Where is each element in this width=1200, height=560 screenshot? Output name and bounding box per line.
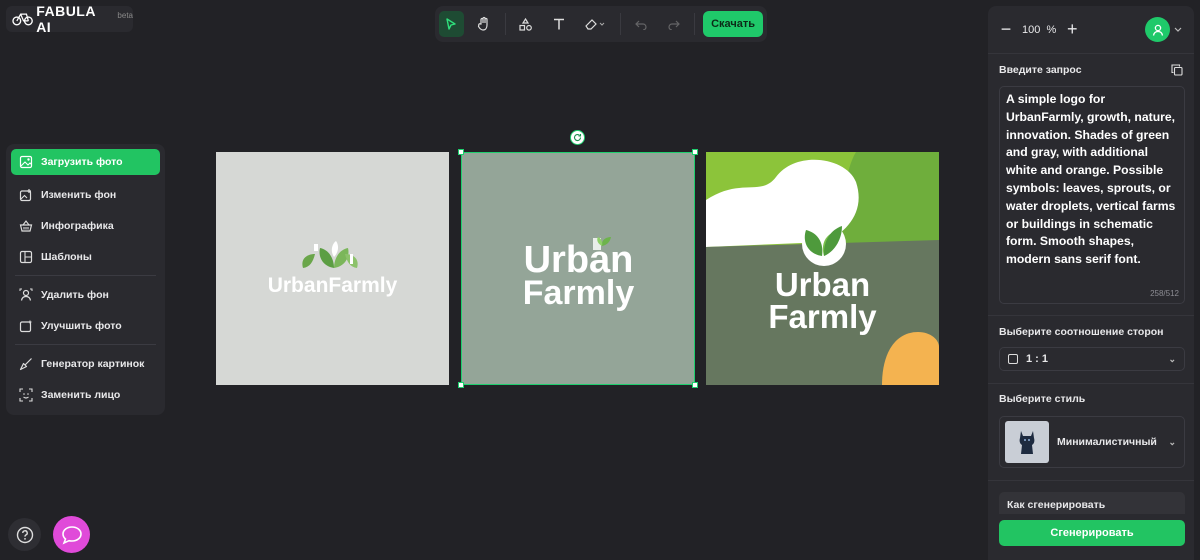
chat-button[interactable]	[53, 516, 90, 553]
question-icon	[16, 526, 33, 543]
chevron-down-icon[interactable]	[1174, 27, 1182, 33]
text-tool[interactable]	[546, 11, 571, 37]
toolbar-divider	[619, 13, 621, 35]
style-select[interactable]: Минималистичный ⌄	[999, 416, 1185, 468]
brush-icon	[19, 357, 32, 370]
menu-item-image-generator[interactable]: Генератор картинок	[11, 348, 160, 379]
menu-item-face-swap[interactable]: Заменить лицо	[11, 379, 160, 410]
user-icon	[1152, 24, 1163, 36]
menu-item-change-bg[interactable]: Изменить фон	[11, 179, 160, 210]
app-logo[interactable]: FABULA AI beta	[6, 3, 133, 35]
left-menu: Загрузить фото Изменить фон Инфографика …	[6, 144, 165, 415]
canvas-image-3[interactable]: Urban Farmly	[706, 152, 939, 385]
zoom-value: 100	[1022, 23, 1041, 36]
aspect-ratio-select[interactable]: 1 : 1 ⌄	[999, 347, 1185, 371]
hand-icon	[478, 16, 488, 31]
rotate-handle[interactable]	[570, 130, 585, 145]
menu-item-label: Генератор картинок	[41, 357, 145, 370]
menu-divider	[15, 344, 156, 345]
hand-tool[interactable]	[472, 11, 497, 37]
prompt-text: A simple logo for UrbanFarmly, growth, n…	[1006, 92, 1176, 267]
enhance-icon	[19, 319, 33, 332]
canvas-image-2[interactable]: Urban Farmly	[462, 152, 695, 385]
menu-item-infographics[interactable]: Инфографика	[11, 210, 160, 241]
toolbar-divider	[694, 13, 696, 35]
panel-divider	[988, 383, 1194, 384]
right-panel: − 100 % + Введите запрос A simple logo f…	[988, 6, 1194, 560]
top-toolbar: Скачать	[435, 6, 767, 42]
copy-icon[interactable]	[1171, 64, 1183, 76]
style-value: Минималистичный	[1057, 436, 1157, 448]
redo-button[interactable]	[661, 11, 686, 37]
zoom-out-button[interactable]: −	[1000, 19, 1012, 40]
aspect-ratio-title: Выберите соотношение сторон	[999, 326, 1164, 338]
menu-item-enhance-photo[interactable]: Улучшить фото	[11, 310, 160, 341]
character-counter: 258/512	[1150, 289, 1179, 298]
square-ratio-icon	[1008, 354, 1018, 364]
select-tool[interactable]	[439, 11, 464, 37]
zoom-level: 100 %	[1022, 24, 1056, 36]
shapes-icon	[519, 17, 533, 31]
prompt-title: Введите запрос	[999, 64, 1082, 76]
undo-button[interactable]	[629, 11, 654, 37]
text-icon	[553, 18, 564, 30]
help-button[interactable]	[8, 518, 41, 551]
image-2-logo-word-2: Farmly	[522, 274, 635, 312]
menu-item-label: Удалить фон	[41, 288, 109, 301]
redo-icon	[668, 20, 680, 30]
chat-bubble-icon	[61, 525, 82, 545]
how-to-generate-panel[interactable]: Как сгенерировать	[999, 492, 1185, 514]
upload-image-icon	[19, 155, 33, 169]
bike-logo-icon	[12, 13, 33, 26]
menu-item-label: Улучшить фото	[41, 319, 122, 332]
cat-icon	[1019, 431, 1035, 454]
panel-divider	[988, 480, 1194, 481]
menu-item-templates[interactable]: Шаблоны	[11, 241, 160, 272]
image-edit-icon	[19, 188, 32, 201]
remove-bg-icon	[19, 288, 33, 301]
panel-divider	[988, 315, 1194, 316]
image-3-logo-word-2: Farmly	[768, 298, 877, 335]
face-icon	[19, 387, 33, 402]
eraser-tool[interactable]	[579, 11, 611, 37]
chevron-down-icon: ⌄	[1168, 353, 1176, 364]
app-brand: FABULA AI	[36, 3, 96, 35]
resize-handle-top-left[interactable]	[458, 149, 464, 155]
style-thumbnail	[1005, 421, 1049, 463]
sprout-leaves-graphic	[302, 241, 358, 268]
select-cursor-icon	[446, 18, 457, 30]
menu-item-remove-bg[interactable]: Удалить фон	[11, 279, 160, 310]
aspect-ratio-value: 1 : 1	[1026, 353, 1049, 365]
menu-item-upload-photo[interactable]: Загрузить фото	[11, 149, 160, 175]
menu-item-label: Заменить лицо	[41, 388, 121, 401]
chevron-down-icon: ⌄	[1168, 436, 1176, 447]
image-1-logo-text: UrbanFarmly	[267, 274, 398, 297]
beta-badge: beta	[117, 10, 133, 20]
prompt-textarea[interactable]: A simple logo for UrbanFarmly, growth, n…	[999, 86, 1185, 304]
style-title: Выберите стиль	[999, 393, 1086, 405]
undo-icon	[635, 20, 647, 30]
prompt-header: Введите запрос	[999, 64, 1183, 76]
generate-button[interactable]: Сгенерировать	[999, 520, 1185, 546]
toolbar-divider	[504, 13, 506, 35]
zoom-row: − 100 % +	[988, 6, 1194, 54]
menu-item-label: Изменить фон	[41, 188, 117, 201]
canvas-image-1[interactable]: UrbanFarmly	[216, 152, 449, 385]
templates-icon	[19, 250, 33, 263]
zoom-unit: %	[1046, 23, 1057, 36]
resize-handle-bottom-left[interactable]	[458, 382, 464, 388]
shapes-tool[interactable]	[514, 11, 539, 37]
menu-item-label: Загрузить фото	[41, 156, 123, 168]
menu-item-label: Шаблоны	[41, 250, 92, 263]
resize-handle-bottom-right[interactable]	[692, 382, 698, 388]
eraser-icon	[585, 19, 605, 30]
user-avatar[interactable]	[1145, 17, 1170, 42]
zoom-in-button[interactable]: +	[1066, 19, 1078, 40]
menu-divider	[15, 275, 156, 276]
resize-handle-top-right[interactable]	[692, 149, 698, 155]
download-button[interactable]: Скачать	[703, 11, 764, 37]
basket-icon	[19, 219, 33, 232]
rotate-icon	[573, 134, 582, 142]
menu-item-label: Инфографика	[41, 219, 114, 232]
